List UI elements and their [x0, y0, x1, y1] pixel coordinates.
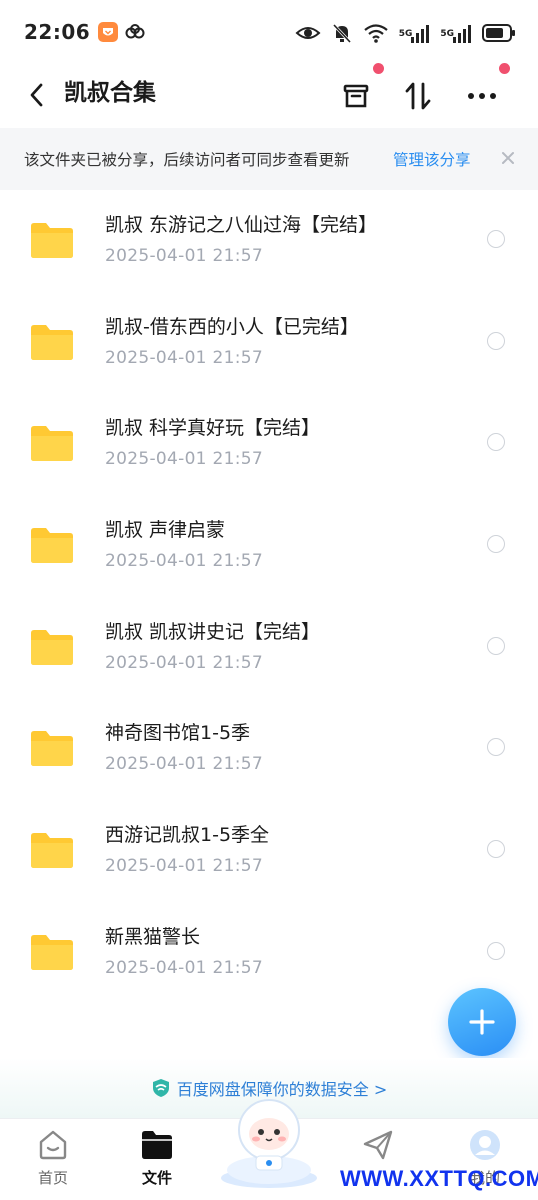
more-dots-icon — [468, 93, 496, 99]
file-date: 2025-04-01 21:57 — [105, 754, 263, 775]
share-banner: 该文件夹已被分享，后续访问者可同步查看更新 管理该分享 — [0, 128, 538, 190]
archive-box-icon — [343, 84, 369, 108]
back-button[interactable] — [22, 78, 50, 112]
status-bar: 22:06 5G 5G — [0, 0, 538, 64]
select-checkbox[interactable] — [487, 738, 505, 757]
file-date: 2025-04-01 21:57 — [105, 347, 263, 368]
send-plane-icon — [363, 1130, 393, 1160]
file-date: 2025-04-01 21:57 — [105, 652, 263, 673]
page-title: 凯叔合集 — [64, 80, 156, 106]
file-row[interactable]: 新黑猫警长 2025-04-01 21:57 — [0, 902, 538, 1004]
file-row[interactable]: 凯叔 声律启蒙 2025-04-01 21:57 — [0, 495, 538, 597]
file-date: 2025-04-01 21:57 — [105, 449, 263, 470]
folder-icon — [31, 629, 73, 665]
avatar-icon — [470, 1130, 500, 1160]
wifi-icon — [363, 24, 388, 43]
plus-icon — [469, 1009, 495, 1035]
status-time: 22:06 — [24, 20, 91, 44]
archive-notification-dot — [373, 63, 384, 74]
folder-icon — [31, 731, 73, 767]
select-checkbox[interactable] — [487, 535, 505, 554]
folder-icon — [31, 528, 73, 564]
file-date: 2025-04-01 21:57 — [105, 856, 263, 877]
file-row[interactable]: 西游记凯叔1-5季全 2025-04-01 21:57 — [0, 800, 538, 902]
file-list: 凯叔 东游记之八仙过海【完结】 2025-04-01 21:57 凯叔-借东西的… — [0, 190, 538, 1004]
nav-files-label: 文件 — [141, 1169, 172, 1187]
select-checkbox[interactable] — [487, 840, 505, 859]
add-button[interactable] — [448, 988, 516, 1056]
folder-icon — [31, 934, 73, 970]
file-date: 2025-04-01 21:57 — [105, 551, 263, 572]
file-name: 凯叔 科学真好玩【完结】 — [105, 417, 321, 440]
file-row[interactable]: 神奇图书馆1-5季 2025-04-01 21:57 — [0, 698, 538, 800]
battery-icon — [482, 24, 515, 42]
select-checkbox[interactable] — [487, 941, 505, 960]
folder-icon — [31, 833, 73, 869]
select-checkbox[interactable] — [487, 331, 505, 350]
home-icon — [39, 1130, 67, 1160]
folder-icon — [31, 324, 73, 360]
eye-icon — [295, 27, 321, 39]
watermark-text: WWW.XXTTQ.COM — [340, 1166, 538, 1191]
network-type-label-2: 5G — [440, 29, 454, 39]
mascot-assistant-icon[interactable] — [214, 1090, 324, 1190]
file-row[interactable]: 凯叔 科学真好玩【完结】 2025-04-01 21:57 — [0, 393, 538, 495]
file-name: 凯叔 凯叔讲史记【完结】 — [105, 620, 321, 643]
header-bar: 凯叔合集 — [0, 64, 538, 126]
share-banner-text: 该文件夹已被分享，后续访问者可同步查看更新 — [24, 151, 350, 169]
file-date: 2025-04-01 21:57 — [105, 246, 263, 266]
select-checkbox[interactable] — [487, 433, 505, 452]
file-name: 新黑猫警长 — [105, 925, 201, 948]
file-date: 2025-04-01 21:57 — [105, 957, 263, 978]
folder-filled-icon — [142, 1131, 172, 1159]
sort-arrows-icon — [405, 82, 431, 110]
select-checkbox[interactable] — [487, 230, 505, 248]
more-options-button[interactable] — [462, 76, 502, 116]
manage-share-link[interactable]: 管理该分享 — [393, 148, 471, 170]
signal-bars-icon-2 — [453, 25, 471, 43]
file-name: 西游记凯叔1-5季全 — [105, 824, 270, 847]
file-row[interactable]: 凯叔 凯叔讲史记【完结】 2025-04-01 21:57 — [0, 597, 538, 699]
shield-icon — [152, 1079, 169, 1097]
network-type-label: 5G — [398, 29, 413, 39]
nav-files[interactable]: 文件 — [117, 1127, 197, 1188]
select-checkbox[interactable] — [487, 636, 505, 655]
file-row[interactable]: 凯叔 东游记之八仙过海【完结】 2025-04-01 21:57 — [0, 190, 538, 292]
file-name: 神奇图书馆1-5季 — [105, 722, 251, 745]
cloud-sync-icon — [125, 24, 145, 39]
nav-home[interactable]: 首页 — [13, 1127, 93, 1188]
mute-bell-icon — [332, 23, 351, 44]
status-indicators: 5G 5G — [295, 22, 516, 44]
folder-icon — [31, 223, 73, 258]
file-name: 凯叔 东游记之八仙过海【完结】 — [105, 214, 378, 236]
folder-icon — [31, 426, 73, 462]
chevron-left-icon — [30, 83, 43, 107]
sort-button[interactable] — [398, 76, 438, 116]
file-row[interactable]: 凯叔-借东西的小人【已完结】 2025-04-01 21:57 — [0, 292, 538, 394]
file-name: 凯叔 声律启蒙 — [105, 519, 226, 542]
app-notification-icon — [98, 22, 119, 42]
archive-button[interactable] — [336, 76, 376, 116]
nav-home-label: 首页 — [37, 1169, 68, 1187]
close-icon — [502, 152, 514, 164]
nav-share[interactable] — [338, 1127, 418, 1163]
close-banner-button[interactable] — [496, 146, 520, 170]
signal-bars-icon — [411, 25, 430, 43]
more-notification-dot — [499, 63, 510, 74]
file-name: 凯叔-借东西的小人【已完结】 — [105, 315, 359, 338]
